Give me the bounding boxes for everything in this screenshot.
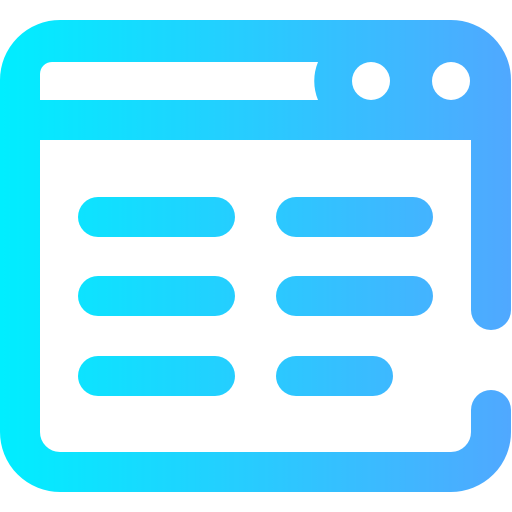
browser-window-list-icon [0,20,511,492]
window-dot-icon [352,62,390,100]
address-bar [40,62,318,100]
icon-canvas [0,0,512,512]
window-dot-icon [432,62,470,100]
